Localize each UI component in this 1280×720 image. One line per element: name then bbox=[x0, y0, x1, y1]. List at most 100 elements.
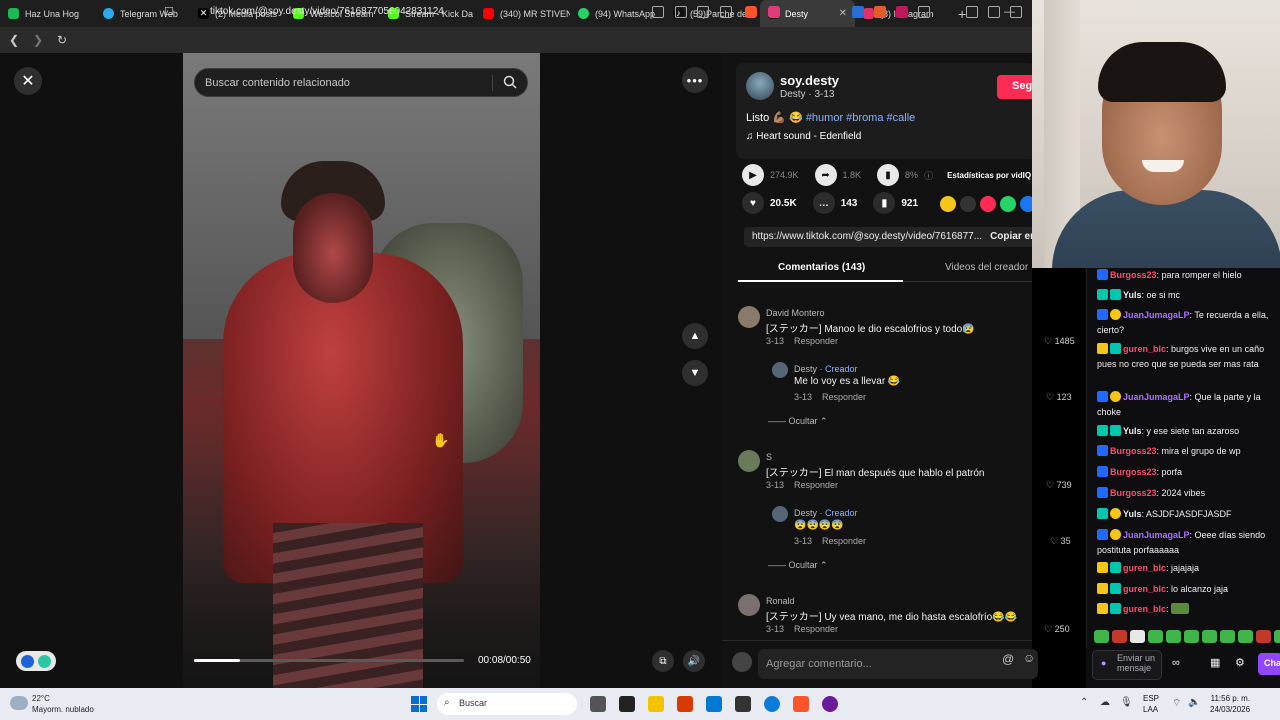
chat-username[interactable]: Yuls bbox=[1123, 426, 1142, 436]
emote-icon[interactable] bbox=[1256, 630, 1271, 643]
repost-icon[interactable] bbox=[940, 196, 956, 212]
close-tab-icon[interactable]: ✕ bbox=[839, 8, 847, 19]
post-username[interactable]: soy.desty bbox=[780, 73, 839, 88]
wallet-icon[interactable] bbox=[1010, 6, 1022, 18]
comment-input[interactable]: Agregar comentario... bbox=[758, 649, 1038, 679]
back-icon[interactable]: ❮ bbox=[4, 33, 24, 47]
chat-username[interactable]: Burgoss23 bbox=[1110, 467, 1157, 477]
chat-username[interactable]: Yuls bbox=[1123, 290, 1142, 300]
send-icon[interactable] bbox=[980, 196, 996, 212]
chat-username[interactable]: guren_blc bbox=[1123, 584, 1166, 594]
emote-icon[interactable] bbox=[1202, 630, 1217, 643]
extension-icon[interactable] bbox=[896, 6, 908, 18]
reply-button[interactable]: Responder bbox=[822, 536, 866, 546]
chat-username[interactable]: JuanJumagaLP bbox=[1123, 392, 1190, 402]
reply-button[interactable]: Responder bbox=[794, 336, 838, 346]
play-icon[interactable]: ▶ bbox=[742, 164, 764, 186]
infinity-icon[interactable]: ∞ bbox=[1172, 657, 1180, 669]
share-arrow-icon[interactable]: ➦ bbox=[814, 164, 837, 186]
emote-icon[interactable] bbox=[1220, 630, 1235, 643]
clock[interactable]: 11:56 p. m. 24/03/2026 bbox=[1210, 693, 1250, 715]
music-row[interactable]: ♫ Heart sound - Edenfield bbox=[746, 131, 861, 142]
forward-icon[interactable]: ❯ bbox=[28, 33, 48, 47]
search-icon[interactable] bbox=[503, 75, 517, 89]
volume-icon[interactable]: 🔊 bbox=[683, 650, 705, 672]
app-icon[interactable] bbox=[619, 696, 635, 712]
post-link[interactable]: https://www.tiktok.com/@soy.desty/video/… bbox=[752, 231, 982, 242]
bookmark-icon[interactable]: ☐ bbox=[164, 5, 174, 18]
search-input[interactable]: Buscar contenido relacionado bbox=[194, 68, 528, 97]
emote-icon[interactable] bbox=[1112, 630, 1127, 643]
extension-icon[interactable] bbox=[852, 6, 864, 18]
heart-icon[interactable]: ♥ bbox=[742, 192, 764, 214]
puzzle-icon[interactable] bbox=[918, 6, 930, 18]
reply-button[interactable]: Responder bbox=[822, 392, 866, 402]
chat-username[interactable]: guren_blc bbox=[1123, 344, 1166, 354]
follow-button[interactable]: Seg bbox=[997, 75, 1037, 99]
tab-6[interactable]: (94) WhatsApp bbox=[570, 0, 665, 27]
comment-likes[interactable]: ♡ 739 bbox=[1046, 480, 1072, 491]
mic-icon[interactable]: 🎙 bbox=[1120, 697, 1133, 708]
speaker-icon[interactable]: 🔈 bbox=[1188, 697, 1200, 708]
chat-username[interactable]: Burgoss23 bbox=[1110, 270, 1157, 280]
brave-icon[interactable] bbox=[793, 696, 809, 712]
obs-icon[interactable] bbox=[822, 696, 838, 712]
reply-button[interactable]: Responder bbox=[794, 624, 838, 634]
whatsapp-share-icon[interactable] bbox=[1000, 196, 1016, 212]
chat-username[interactable]: Burgoss23 bbox=[1110, 446, 1157, 456]
video-progress-bar[interactable] bbox=[194, 659, 464, 662]
tray-chevron-icon[interactable]: ⌃ bbox=[1080, 697, 1088, 708]
chat-username[interactable]: guren_blc bbox=[1123, 563, 1166, 573]
no-tracking-icon[interactable] bbox=[652, 6, 664, 18]
chat-username[interactable]: guren_blc bbox=[1123, 604, 1166, 614]
task-view-icon[interactable] bbox=[590, 696, 606, 712]
chevron-down-icon[interactable]: ▼ bbox=[682, 360, 708, 386]
emote-icon[interactable] bbox=[1166, 630, 1181, 643]
extension-icon[interactable] bbox=[874, 6, 886, 18]
language-indicator[interactable]: ESP LAA bbox=[1143, 693, 1159, 715]
chat-username[interactable]: Yuls bbox=[1123, 509, 1142, 519]
close-icon[interactable]: ✕ bbox=[14, 67, 42, 95]
reply-likes[interactable]: ♡ 35 bbox=[1050, 536, 1071, 547]
brave-rewards-icon[interactable] bbox=[768, 6, 780, 18]
reply-button[interactable]: Responder bbox=[794, 480, 838, 490]
gear-icon[interactable]: ⚙ bbox=[1235, 656, 1245, 669]
avatar[interactable] bbox=[746, 72, 774, 100]
avatar[interactable] bbox=[772, 362, 788, 378]
chat-username[interactable]: JuanJumagaLP bbox=[1123, 530, 1190, 540]
hide-replies-button[interactable]: —— Ocultar ⌃ bbox=[768, 560, 828, 571]
tab-1[interactable]: Telegram Web bbox=[95, 0, 190, 27]
emote-icon[interactable] bbox=[1148, 630, 1163, 643]
emote-icon[interactable] bbox=[1238, 630, 1253, 643]
emoji-icon[interactable]: ☺ bbox=[1023, 651, 1035, 665]
emote-icon[interactable] bbox=[1274, 630, 1280, 643]
wifi-icon[interactable]: ⌔ bbox=[1172, 697, 1181, 710]
emote-icon[interactable] bbox=[1184, 630, 1199, 643]
onedrive-icon[interactable]: ☁ bbox=[1100, 697, 1110, 708]
weather-widget[interactable]: 22°C Mayorm. nublado bbox=[10, 693, 94, 715]
edge-icon[interactable] bbox=[764, 696, 780, 712]
comment-author[interactable]: David Montero bbox=[766, 308, 825, 318]
more-options-icon[interactable]: ••• bbox=[682, 67, 708, 93]
reply-author[interactable]: Desty · Creador bbox=[794, 508, 858, 518]
pip-icon[interactable]: ⧉ bbox=[652, 650, 674, 672]
chat-input[interactable]: ● Enviar un mensaje bbox=[1092, 650, 1162, 680]
avatar[interactable] bbox=[738, 306, 760, 328]
reply-likes[interactable]: ♡ 123 bbox=[1046, 392, 1072, 403]
video-player[interactable] bbox=[183, 53, 540, 688]
tab-comments[interactable]: Comentarios (143) bbox=[778, 262, 865, 273]
tab-creator-videos[interactable]: Videos del creador bbox=[945, 262, 1028, 273]
terminal-icon[interactable] bbox=[735, 696, 751, 712]
chat-send-button[interactable]: Cha bbox=[1258, 653, 1280, 675]
chat-username[interactable]: Burgoss23 bbox=[1110, 488, 1157, 498]
comment-author[interactable]: Ronald bbox=[766, 596, 795, 606]
emote-icon[interactable] bbox=[1094, 630, 1109, 643]
hashtags-link[interactable]: #humor #broma #calle bbox=[806, 112, 915, 124]
windows-start-icon[interactable] bbox=[411, 696, 427, 712]
cast-icon[interactable] bbox=[697, 6, 709, 18]
hide-replies-button[interactable]: —— Ocultar ⌃ bbox=[768, 416, 828, 427]
chevron-up-icon[interactable]: ▲ bbox=[682, 323, 708, 349]
stats-icon[interactable]: ▮ bbox=[877, 164, 900, 186]
tab-5[interactable]: (340) MR STIVEN bbox=[475, 0, 570, 27]
share-icon[interactable] bbox=[720, 6, 732, 18]
